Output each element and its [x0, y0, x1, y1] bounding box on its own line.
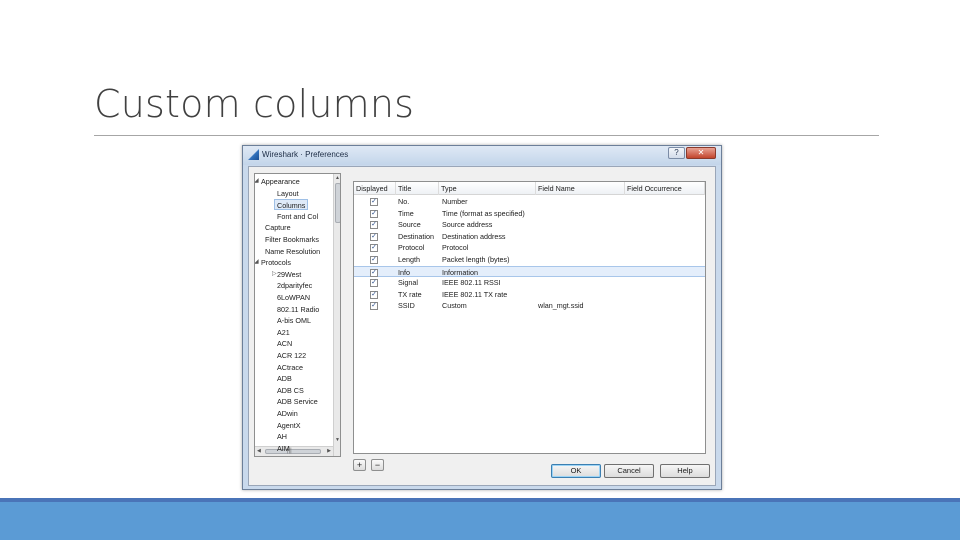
preferences-tree: ▲ ▼ ◀ ||| ▶ ◢ Appearance Layout Columns Font… — [254, 173, 341, 457]
column-type-cell: IEEE 802.11 TX rate — [442, 289, 508, 299]
displayed-checkbox[interactable]: ✓ — [370, 198, 378, 206]
tree-item[interactable]: Name Resolution — [265, 246, 320, 257]
wireshark-fin-icon — [248, 149, 259, 160]
window-title: Wireshark · Preferences — [262, 150, 349, 159]
displayed-checkbox[interactable]: ✓ — [370, 244, 378, 253]
column-title-cell: Signal — [398, 278, 418, 288]
table-row[interactable]: ✓ Info Information — [354, 265, 705, 278]
dialog-client-area: ▲ ▼ ◀ ||| ▶ ◢ Appearance Layout Columns Font… — [248, 166, 716, 486]
collapse-arrow-icon[interactable]: ▷ — [272, 269, 277, 280]
header-type[interactable]: Type — [439, 182, 536, 195]
table-row[interactable]: ✓ No. Number — [354, 196, 705, 208]
displayed-checkbox[interactable]: ✓ — [370, 221, 378, 230]
tree-item[interactable]: Filter Bookmarks — [265, 234, 319, 245]
scroll-down-arrow-icon[interactable]: ▼ — [334, 436, 340, 444]
column-type-cell: Packet length (bytes) — [442, 255, 510, 264]
scroll-right-arrow-icon[interactable]: ▶ — [327, 447, 331, 456]
tree-vertical-scroll-thumb[interactable] — [335, 183, 340, 223]
title-divider — [94, 135, 879, 136]
column-type-cell: Time (format as specified) — [442, 208, 525, 218]
tree-item[interactable]: 6LoWPAN — [277, 292, 310, 303]
column-title-cell: Length — [398, 255, 420, 264]
help-button[interactable]: Help — [660, 464, 710, 478]
table-row[interactable]: ✓ TX rate IEEE 802.11 TX rate — [354, 289, 705, 301]
scroll-up-arrow-icon[interactable]: ▲ — [334, 174, 340, 182]
slide-title: Custom columns — [94, 82, 415, 126]
tree-item[interactable]: A-bis OML — [277, 315, 311, 326]
tree-item[interactable]: AH — [277, 431, 287, 442]
column-title-cell: Source — [398, 220, 421, 230]
help-window-button[interactable]: ? — [668, 147, 685, 159]
column-type-cell: Destination address — [442, 231, 506, 241]
table-row[interactable]: ✓ Time Time (format as specified) — [354, 208, 705, 220]
header-displayed[interactable]: Displayed — [354, 182, 396, 195]
table-row[interactable]: ✓ Protocol Protocol — [354, 242, 705, 254]
tree-item[interactable]: Font and Col — [277, 211, 318, 222]
tree-horizontal-scrollbar[interactable]: ◀ ||| ▶ — [255, 446, 333, 456]
expand-arrow-icon[interactable]: ◢ — [255, 176, 259, 187]
expand-arrow-icon[interactable]: ◢ — [255, 257, 259, 268]
tree-item[interactable]: Capture — [265, 222, 291, 233]
tree-item[interactable]: ACR 122 — [277, 350, 306, 361]
displayed-checkbox[interactable]: ✓ — [370, 256, 378, 264]
tree-item[interactable]: A21 — [277, 327, 290, 338]
table-row[interactable]: ✓ Destination Destination address — [354, 231, 705, 243]
tree-item[interactable]: 802.11 Radio — [277, 304, 319, 315]
displayed-checkbox[interactable]: ✓ — [370, 232, 378, 241]
remove-column-button[interactable]: − — [371, 459, 384, 471]
cancel-button[interactable]: Cancel — [604, 464, 654, 478]
column-title-cell: Protocol — [398, 243, 425, 253]
header-title[interactable]: Title — [396, 182, 439, 195]
footer-band — [0, 502, 960, 540]
tree-item[interactable]: ADB Service — [277, 396, 318, 407]
header-field-name[interactable]: Field Name — [536, 182, 625, 195]
displayed-checkbox[interactable]: ✓ — [370, 209, 378, 218]
tree-item[interactable]: ACtrace — [277, 362, 303, 373]
column-title-cell: No. — [398, 197, 410, 206]
tree-item[interactable]: Appearance — [261, 176, 300, 187]
table-row[interactable]: ✓ Signal IEEE 802.11 RSSI — [354, 277, 705, 289]
column-title-cell: Destination — [398, 231, 434, 241]
tree-item[interactable]: ACN — [277, 338, 292, 349]
columns-table-header: Displayed Title Type Field Name Field Oc… — [354, 182, 705, 195]
columns-table: Displayed Title Type Field Name Field Oc… — [353, 181, 706, 454]
displayed-checkbox[interactable]: ✓ — [370, 290, 378, 299]
ok-button[interactable]: OK — [551, 464, 601, 478]
column-field-name-cell: wlan_mgt.ssid — [538, 301, 584, 311]
column-title-cell: SSID — [398, 301, 415, 311]
tree-item[interactable]: Protocols — [261, 257, 291, 268]
tree-item[interactable]: ADB — [277, 373, 292, 384]
header-field-occurrence[interactable]: Field Occurrence — [625, 182, 705, 195]
column-type-cell: Number — [442, 197, 468, 206]
tree-item[interactable]: 2dparityfec — [277, 280, 312, 291]
tree-item[interactable]: ADwin — [277, 408, 298, 419]
tree-item[interactable]: ADB CS — [277, 385, 304, 396]
window-titlebar[interactable]: Wireshark · Preferences ? ✕ — [243, 146, 721, 165]
column-type-cell: Source address — [442, 220, 493, 230]
table-row[interactable]: ✓ Length Packet length (bytes) — [354, 254, 705, 266]
column-type-cell: IEEE 802.11 RSSI — [442, 278, 501, 288]
scroll-left-arrow-icon[interactable]: ◀ — [257, 447, 261, 456]
preferences-window: Wireshark · Preferences ? ✕ ▲ ▼ ◀ ||| ▶ … — [242, 145, 722, 490]
displayed-checkbox[interactable]: ✓ — [370, 302, 378, 311]
column-title-cell: Time — [398, 208, 414, 218]
displayed-checkbox[interactable]: ✓ — [370, 268, 378, 277]
tree-item[interactable]: AIM — [277, 443, 290, 454]
table-row[interactable]: ✓ SSID Custom wlan_mgt.ssid — [354, 300, 705, 312]
tree-item[interactable]: Layout — [277, 188, 299, 199]
tree-item[interactable]: AgentX — [277, 420, 301, 431]
add-column-button[interactable]: + — [353, 459, 366, 471]
displayed-checkbox[interactable]: ✓ — [370, 279, 378, 288]
tree-item[interactable]: 29West — [277, 269, 301, 280]
table-row[interactable]: ✓ Source Source address — [354, 219, 705, 231]
column-type-cell: Protocol — [442, 243, 469, 253]
column-title-cell: TX rate — [398, 289, 422, 299]
tree-horizontal-scroll-thumb[interactable] — [265, 449, 321, 454]
close-window-button[interactable]: ✕ — [686, 147, 716, 159]
column-type-cell: Custom — [442, 301, 467, 311]
tree-item[interactable]: Columns — [274, 199, 309, 211]
tree-vertical-scrollbar[interactable]: ▲ ▼ — [333, 174, 340, 456]
